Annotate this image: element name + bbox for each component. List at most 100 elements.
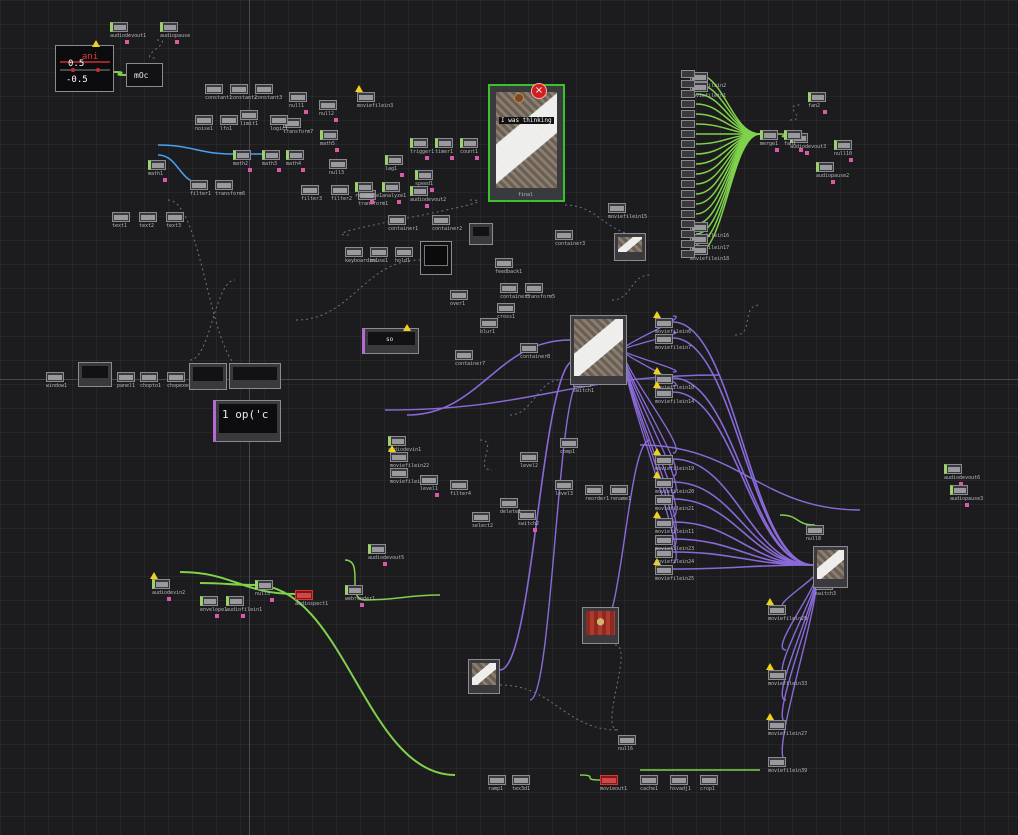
op-output-port[interactable] [167, 597, 171, 601]
op-node-count1[interactable] [460, 138, 478, 148]
error-x-icon[interactable]: × [531, 83, 547, 99]
op-node-chopto1[interactable] [140, 372, 158, 382]
op-node-timer1[interactable] [435, 138, 453, 148]
text-dat-node[interactable]: so [362, 328, 419, 354]
op-node-containerB[interactable] [520, 343, 538, 353]
op-node-lfo1[interactable] [220, 115, 238, 125]
op-node-blur1[interactable] [480, 318, 498, 328]
op-output-port[interactable] [277, 168, 281, 172]
op-node-constant1[interactable] [205, 84, 223, 94]
op-node-container7[interactable] [455, 350, 473, 360]
op-node-mouse1[interactable] [370, 247, 388, 257]
op-node-math1[interactable] [148, 160, 166, 170]
op-node-over1[interactable] [450, 290, 468, 300]
op-node-moviefilein-stack[interactable] [681, 210, 695, 218]
op-node-analyze1[interactable] [382, 182, 400, 192]
op-node-panel1[interactable] [117, 372, 135, 382]
op-node-moviefilein-stack[interactable] [681, 100, 695, 108]
op-output-port[interactable] [475, 156, 479, 160]
op-node-audiodevout2[interactable] [410, 186, 428, 196]
op-node-merge1[interactable] [760, 130, 778, 140]
op-node-filter3[interactable] [301, 185, 319, 195]
warning-icon[interactable] [766, 713, 774, 720]
op-node-hold1[interactable] [395, 247, 413, 257]
op-node-fan2[interactable] [808, 92, 826, 102]
op-node-text3[interactable] [166, 212, 184, 222]
op-node-filter4[interactable] [450, 480, 468, 490]
op-node-audiopause[interactable] [160, 22, 178, 32]
op-node-resample1[interactable] [355, 182, 373, 192]
op-node-text2[interactable] [139, 212, 157, 222]
movie-preview-node-2[interactable] [468, 659, 500, 694]
op-node-cache1[interactable] [640, 775, 658, 785]
math-viewer-node[interactable]: mOc [126, 63, 163, 87]
op-node-audiodevout1[interactable] [110, 22, 128, 32]
warning-icon[interactable] [766, 598, 774, 605]
op-node-moviefilein20[interactable] [655, 478, 673, 488]
op-output-port[interactable] [334, 118, 338, 122]
op-node-moviefilein7[interactable] [655, 334, 673, 344]
op-node-cross1[interactable] [497, 303, 515, 313]
op-node-moviefilein25[interactable] [655, 565, 673, 575]
op-output-port[interactable] [775, 148, 779, 152]
small-preview-node[interactable] [614, 233, 646, 261]
op-node-moviefilein14[interactable] [655, 388, 673, 398]
op-node-null10[interactable] [834, 140, 852, 150]
op-node-container2[interactable] [432, 215, 450, 225]
op-output-port[interactable] [397, 200, 401, 204]
op-node-moviefilein-stack[interactable] [681, 120, 695, 128]
op-node-audiodevout6[interactable] [944, 464, 962, 474]
op-output-port[interactable] [425, 156, 429, 160]
movie-preview-node[interactable] [582, 607, 619, 644]
op-node-moviefilein-stack[interactable] [681, 180, 695, 188]
op-node-null2[interactable] [319, 100, 337, 110]
container-preview-node[interactable] [469, 223, 493, 245]
op-output-port[interactable] [823, 110, 827, 114]
op-node-fan1[interactable] [784, 130, 802, 140]
op-node-filter1[interactable] [190, 180, 208, 190]
op-output-port[interactable] [304, 110, 308, 114]
op-node-moviefilein-stack[interactable] [681, 200, 695, 208]
op-node-movieout1[interactable] [600, 775, 618, 785]
op-node-container1[interactable] [388, 215, 406, 225]
op-node-moviefilein-stack[interactable] [681, 80, 695, 88]
op-node-audiospect1[interactable] [295, 590, 313, 600]
op-output-port[interactable] [248, 168, 252, 172]
op-node-moviefilein39[interactable] [768, 757, 786, 767]
op-node-moviefilein3[interactable] [357, 92, 375, 102]
network-editor[interactable]: audiodevin2 audiodevout1 audiodevout2 audio… [0, 0, 1018, 835]
op-node-comp1[interactable] [560, 438, 578, 448]
op-node-webrender1[interactable] [345, 585, 363, 595]
final-output-node[interactable]: I was thinking final [488, 84, 565, 202]
op-output-port[interactable] [450, 156, 454, 160]
warning-icon[interactable] [653, 367, 661, 374]
op-node-moviefilein-stack[interactable] [681, 90, 695, 98]
warning-icon[interactable] [653, 381, 661, 388]
op-output-port[interactable] [799, 148, 803, 152]
op-node-moviefilein11[interactable] [655, 518, 673, 528]
op-node-feedback1[interactable] [495, 258, 513, 268]
op-node-keyboardin1[interactable] [345, 247, 363, 257]
op-node-moviefilein15[interactable] [608, 203, 626, 213]
warning-icon[interactable] [766, 663, 774, 670]
op-output-port[interactable] [215, 614, 219, 618]
op-node-moviefilein-stack[interactable] [681, 150, 695, 158]
op-node-moviefilein19[interactable] [655, 455, 673, 465]
op-node-null6[interactable] [618, 735, 636, 745]
op-output-port[interactable] [175, 40, 179, 44]
op-node-moviefilein-stack[interactable] [681, 70, 695, 78]
op-node-audiopause3[interactable] [950, 485, 968, 495]
op-node-transform5[interactable] [525, 283, 543, 293]
op-node-math3[interactable] [262, 150, 280, 160]
op-node-audiofilein1[interactable] [226, 596, 244, 606]
op-node-moviefilein-stack[interactable] [681, 170, 695, 178]
warning-icon[interactable] [388, 445, 396, 452]
op-node-math2[interactable] [233, 150, 251, 160]
warning-icon[interactable] [653, 471, 661, 478]
warning-icon[interactable] [92, 40, 100, 47]
op-node-constant3[interactable] [255, 84, 273, 94]
warning-icon[interactable] [653, 311, 661, 318]
op-output-port[interactable] [270, 598, 274, 602]
op-node-level3[interactable] [555, 480, 573, 490]
op-output-port[interactable] [965, 503, 969, 507]
